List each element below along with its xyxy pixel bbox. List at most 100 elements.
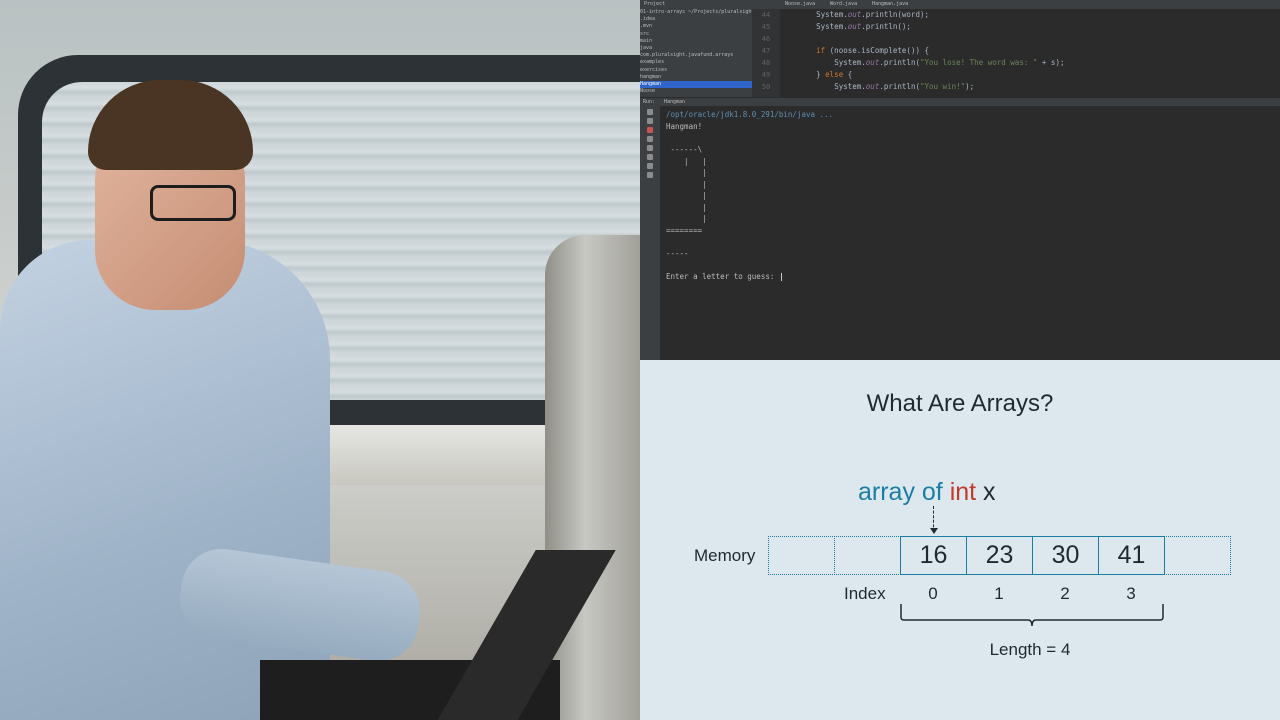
code-token: out bbox=[865, 58, 880, 67]
ide-toolbar: Project Noose.java Word.java Hangman.jav… bbox=[640, 0, 1280, 9]
code-token: out bbox=[865, 82, 880, 91]
array-declaration: array of int x bbox=[858, 478, 996, 507]
line-number: 48 bbox=[761, 59, 771, 67]
line-number: 49 bbox=[761, 71, 771, 79]
code-token: { bbox=[847, 70, 853, 79]
project-tree-item[interactable]: exercises bbox=[640, 67, 752, 74]
code-editor[interactable]: System.out.println(word); System.out.pri… bbox=[780, 9, 1280, 97]
array-cell: 30 bbox=[1032, 536, 1099, 575]
code-line: } else { bbox=[780, 69, 1280, 81]
console-text: Hangman! bbox=[666, 122, 703, 131]
run-console[interactable]: /opt/oracle/jdk1.8.0_291/bin/java ... Ha… bbox=[660, 106, 1280, 360]
camera-icon[interactable] bbox=[647, 136, 653, 142]
index-value: 1 bbox=[994, 584, 1004, 603]
length-brace bbox=[900, 604, 1164, 627]
console-line: | bbox=[666, 191, 707, 200]
console-line: ----- bbox=[666, 249, 689, 258]
project-tree: 01-intro-arrays ~/Projects/pluralsight .… bbox=[640, 9, 752, 97]
line-number: 44 bbox=[761, 11, 771, 19]
index-value: 0 bbox=[928, 584, 938, 603]
memory-cell-empty bbox=[768, 536, 835, 575]
run-side-toolbar bbox=[640, 106, 660, 360]
rerun-icon[interactable] bbox=[647, 109, 653, 115]
console-line: Enter a letter to guess: bbox=[666, 272, 782, 281]
console-line: ======== bbox=[666, 226, 702, 235]
code-line: System.out.println("You lose! The word w… bbox=[780, 57, 1280, 69]
project-tree-item[interactable]: .mvn bbox=[640, 23, 752, 30]
line-number: 50 bbox=[761, 83, 771, 91]
tab-noose[interactable]: Noose.java bbox=[785, 1, 815, 7]
console-text: | | bbox=[666, 156, 707, 166]
console-line: | bbox=[666, 214, 707, 223]
memory-cell-empty bbox=[834, 536, 901, 575]
index-value: 2 bbox=[1060, 584, 1070, 603]
code-line: System.out.println(word); bbox=[780, 9, 1280, 21]
array-cell: 16 bbox=[900, 536, 967, 575]
project-tree-item[interactable]: Hangman bbox=[640, 80, 752, 89]
project-tree-item[interactable]: Noose bbox=[640, 88, 752, 95]
code-line: if (noose.isComplete()) { bbox=[780, 45, 1280, 57]
layout-icon[interactable] bbox=[647, 145, 653, 151]
console-text: Enter a letter to guess: bbox=[666, 271, 779, 281]
project-tree-item[interactable]: examples bbox=[640, 59, 752, 66]
run-tool-label: Run: bbox=[643, 99, 656, 105]
ide-window: Project Noose.java Word.java Hangman.jav… bbox=[640, 0, 1280, 360]
code-token: (noose.isComplete()) { bbox=[829, 46, 930, 55]
console-text: | bbox=[666, 179, 707, 189]
slide: What Are Arrays? array of int x Memory 1… bbox=[640, 360, 1280, 720]
console-line: | bbox=[666, 203, 707, 212]
project-tree-item[interactable]: java bbox=[640, 45, 752, 52]
code-token: System. bbox=[834, 58, 866, 67]
console-text: | bbox=[666, 202, 707, 212]
tab-word[interactable]: Word.java bbox=[830, 1, 857, 7]
declaration-array-of: array of bbox=[858, 478, 950, 506]
project-tree-item[interactable]: main bbox=[640, 38, 752, 45]
line-number: 45 bbox=[761, 23, 771, 31]
code-token: .println( bbox=[879, 58, 920, 67]
console-command: /opt/oracle/jdk1.8.0_291/bin/java ... bbox=[666, 110, 834, 119]
console-line: | bbox=[666, 180, 707, 189]
pointer-arrow-head bbox=[930, 528, 938, 534]
line-number: 47 bbox=[761, 47, 771, 55]
project-tree-item[interactable]: .idea bbox=[640, 16, 752, 23]
code-token: } bbox=[816, 70, 826, 79]
stop-icon[interactable] bbox=[647, 127, 653, 133]
code-token: .println(word); bbox=[861, 10, 930, 19]
code-token: out bbox=[847, 10, 862, 19]
wrench-icon[interactable] bbox=[647, 118, 653, 124]
run-toolbar: Run: Hangman bbox=[640, 98, 1280, 106]
array-cell: 23 bbox=[966, 536, 1033, 575]
console-line: Hangman! bbox=[666, 122, 702, 131]
memory-cell-empty bbox=[1164, 536, 1231, 575]
project-tree-item[interactable]: com.pluralsight.javafund.arrays bbox=[640, 52, 752, 59]
code-line: System.out.println(); bbox=[780, 21, 1280, 33]
line-number-gutter: 44 45 46 47 48 49 50 bbox=[752, 9, 780, 97]
console-text: | bbox=[666, 214, 707, 223]
pin-icon[interactable] bbox=[647, 172, 653, 178]
code-token: .println(); bbox=[861, 22, 911, 31]
code-token: + s); bbox=[1037, 58, 1065, 67]
person-torso bbox=[0, 240, 330, 720]
code-token: System. bbox=[834, 82, 866, 91]
print-icon[interactable] bbox=[647, 154, 653, 160]
code-token: "You win!" bbox=[919, 82, 966, 91]
code-token: else bbox=[825, 70, 848, 79]
project-tree-item[interactable]: src bbox=[640, 31, 752, 38]
array-cell: 41 bbox=[1098, 536, 1165, 575]
project-tool-button[interactable]: Project bbox=[644, 1, 665, 7]
delete-icon[interactable] bbox=[647, 163, 653, 169]
project-tree-item[interactable]: hangman bbox=[640, 74, 752, 81]
project-tree-item[interactable]: 01-intro-arrays ~/Projects/pluralsight bbox=[640, 9, 752, 16]
line-number: 46 bbox=[761, 35, 771, 43]
tab-hangman[interactable]: Hangman.java bbox=[872, 1, 908, 7]
console-line: | | bbox=[666, 157, 707, 166]
code-token: System. bbox=[816, 10, 848, 19]
console-line: ------\ bbox=[666, 145, 703, 154]
code-line: System.out.println("You win!"); bbox=[780, 81, 1280, 93]
run-tab-hangman[interactable]: Hangman bbox=[664, 99, 685, 105]
code-token: System. bbox=[816, 22, 848, 31]
glasses bbox=[150, 185, 236, 221]
console-text: | bbox=[666, 191, 707, 200]
console-text: ----- bbox=[666, 248, 689, 258]
